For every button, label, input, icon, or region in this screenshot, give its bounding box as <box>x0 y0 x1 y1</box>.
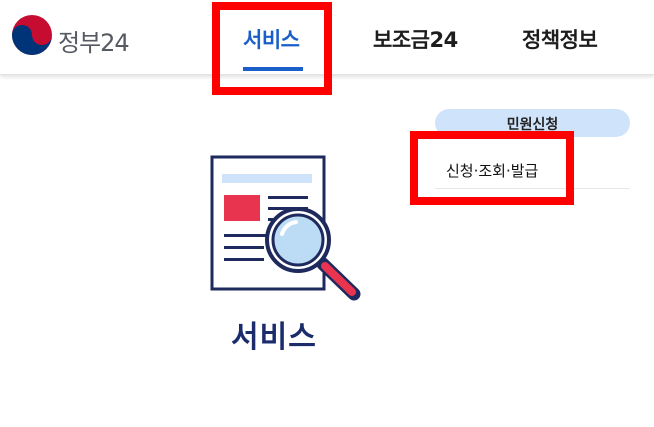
page-title: 서비스 <box>231 320 317 355</box>
document-search-icon <box>210 155 361 301</box>
taegeuk-logo-icon <box>12 15 52 55</box>
tab-policy-info[interactable]: 정책정보 <box>522 24 598 54</box>
logo-text: 정부24 <box>58 29 130 57</box>
highlight-box-submenu-item <box>410 131 574 205</box>
highlight-box-services-tab <box>212 2 332 95</box>
gov24-logo[interactable]: 정부24 <box>10 13 140 59</box>
tab-subsidy24[interactable]: 보조금24 <box>373 24 458 54</box>
